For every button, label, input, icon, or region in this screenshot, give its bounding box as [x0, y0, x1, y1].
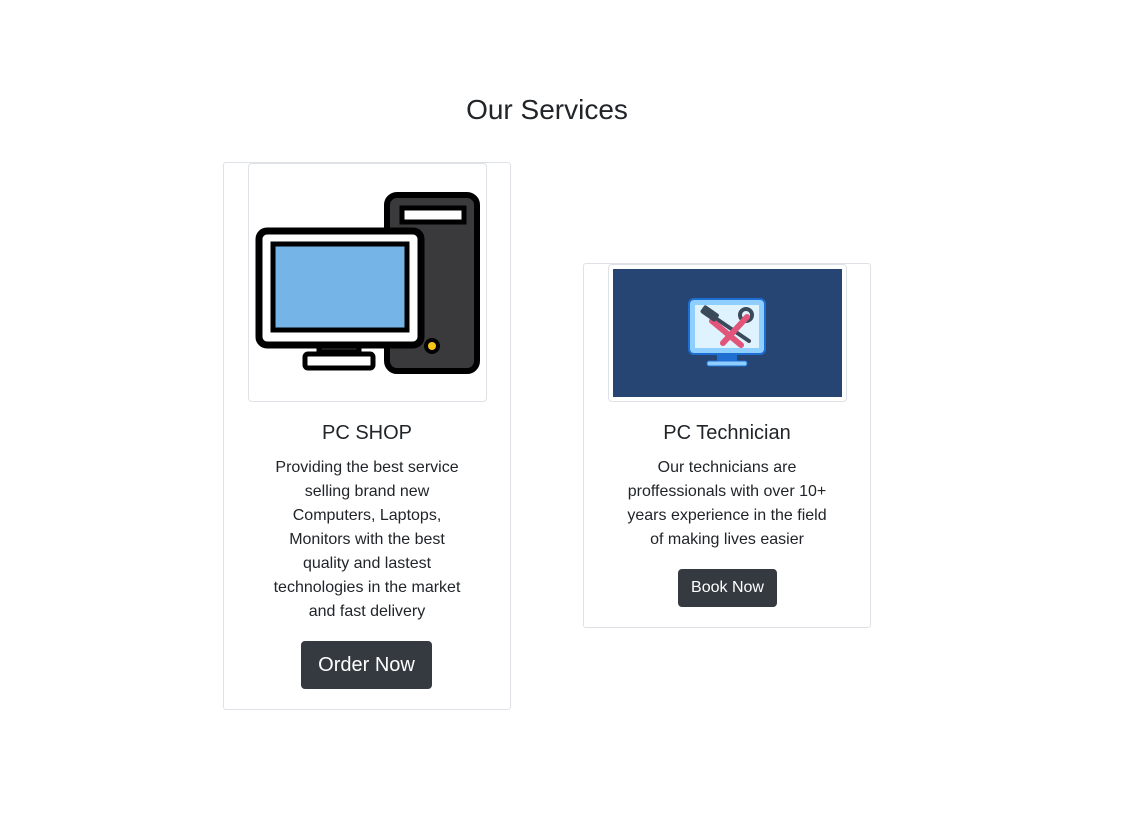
card-title: PC SHOP: [321, 422, 413, 444]
pc-shop-image: [248, 163, 487, 402]
card-description: Our technicians are proffessionals with …: [627, 459, 827, 548]
section-title: Our Services: [466, 94, 628, 125]
service-card-pc-technician: PC Technician Our technicians are proffe…: [583, 263, 871, 628]
service-card-pc-shop: PC SHOP Providing the best service selli…: [223, 162, 511, 710]
order-now-button[interactable]: Order Now: [301, 641, 432, 689]
repair-tools-monitor-icon: [613, 269, 842, 397]
book-now-button[interactable]: Book Now: [678, 569, 777, 607]
card-title: PC Technician: [663, 422, 791, 444]
page: Our Services PC SHOP Providing the best …: [0, 0, 1133, 813]
desktop-computer-icon: [255, 192, 480, 374]
pc-technician-image: [608, 264, 847, 402]
card-description: Providing the best service selling brand…: [273, 459, 461, 620]
